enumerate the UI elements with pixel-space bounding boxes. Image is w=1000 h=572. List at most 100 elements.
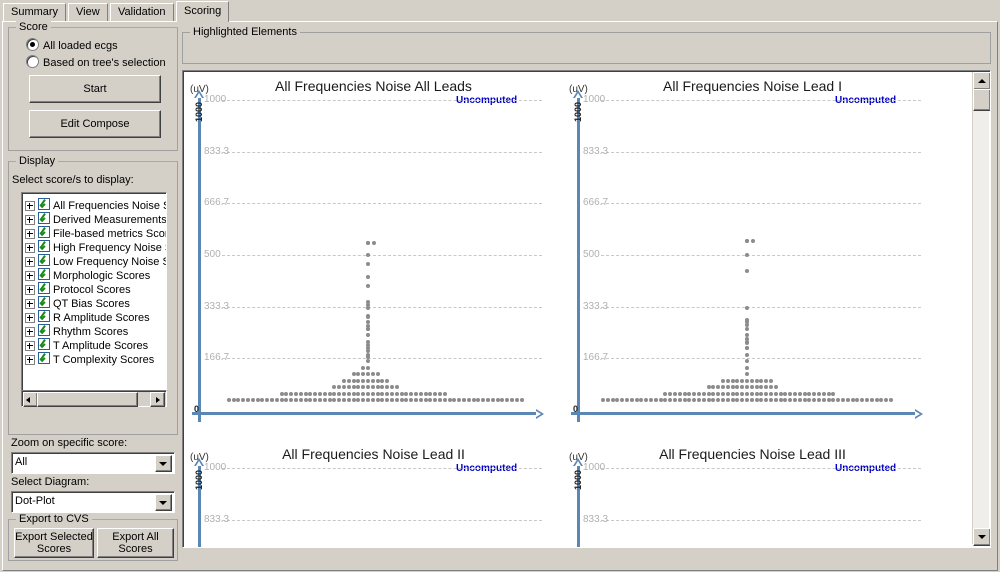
chevron-down-icon[interactable] — [155, 494, 172, 511]
data-point — [284, 391, 289, 396]
tree-item[interactable]: Derived Measurements S — [22, 212, 166, 226]
expand-plus-icon[interactable] — [25, 271, 35, 281]
data-point — [462, 398, 466, 402]
scroll-thumb[interactable] — [37, 392, 138, 407]
data-point — [826, 398, 831, 402]
tree-item[interactable]: High Frequency Noise Sc — [22, 240, 166, 254]
data-point — [817, 398, 821, 402]
scroll-thumb[interactable] — [973, 89, 990, 111]
export-group-label: Export to CVS — [16, 513, 92, 525]
data-point — [308, 398, 313, 402]
data-point — [236, 398, 241, 402]
data-point — [610, 398, 615, 402]
radio-all-loaded-ecgs[interactable]: All loaded ecgs — [26, 38, 118, 52]
chart-panel: All Frequencies Noise Lead III Uncomputed… — [563, 440, 942, 547]
checkbox-checked-icon[interactable] — [38, 198, 50, 210]
chart-panel: All Frequencies Noise Lead II Uncomputed(… — [184, 440, 563, 547]
data-point — [394, 391, 399, 396]
data-point — [361, 398, 366, 402]
data-point — [673, 398, 677, 402]
checkbox-checked-icon[interactable] — [38, 296, 50, 308]
checkbox-checked-icon[interactable] — [38, 226, 50, 238]
data-point — [759, 378, 764, 383]
checkbox-checked-icon[interactable] — [38, 324, 50, 336]
expand-plus-icon[interactable] — [25, 215, 35, 225]
scroll-left-button[interactable] — [23, 392, 38, 407]
radio-label: All loaded ecgs — [43, 40, 118, 52]
radio-based-on-tree-selection[interactable]: Based on tree's selection — [26, 55, 166, 69]
checkbox-checked-icon[interactable] — [38, 268, 50, 280]
expand-plus-icon[interactable] — [25, 299, 35, 309]
data-point — [783, 391, 788, 396]
y-tick-label: 666.7 — [204, 197, 230, 209]
data-point — [250, 398, 255, 402]
tree-item[interactable]: Low Frequency Noise Sc — [22, 254, 166, 268]
data-point — [706, 391, 711, 396]
data-point — [759, 391, 764, 396]
tree-horizontal-scrollbar[interactable] — [21, 390, 167, 407]
data-point — [778, 391, 783, 396]
expand-plus-icon[interactable] — [25, 327, 35, 337]
data-point — [754, 391, 759, 396]
data-point — [812, 398, 817, 402]
expand-plus-icon[interactable] — [25, 341, 35, 351]
checkbox-checked-icon[interactable] — [38, 352, 50, 364]
tree-item[interactable]: T Complexity Scores — [22, 352, 166, 366]
tree-item-label: R Amplitude Scores — [53, 312, 150, 324]
data-point — [370, 385, 375, 389]
data-point — [764, 378, 769, 383]
data-point — [692, 391, 697, 396]
score-tree-list[interactable]: All Frequencies Noise Sco Derived Measure… — [21, 192, 167, 392]
expand-plus-icon[interactable] — [25, 229, 35, 239]
outlier-data-point — [366, 327, 370, 332]
expand-plus-icon[interactable] — [25, 355, 35, 365]
data-point — [375, 391, 380, 396]
data-point — [740, 385, 745, 389]
data-point — [841, 398, 845, 402]
checkbox-checked-icon[interactable] — [38, 338, 50, 350]
tree-item[interactable]: Rhythm Scores — [22, 324, 166, 338]
data-point — [812, 391, 817, 396]
data-point — [399, 398, 404, 402]
checkbox-checked-icon[interactable] — [38, 254, 50, 266]
outlier-data-point — [751, 239, 755, 244]
tab-scoring[interactable]: Scoring — [176, 1, 230, 22]
expand-plus-icon[interactable] — [25, 243, 35, 253]
checkbox-checked-icon[interactable] — [38, 240, 50, 252]
data-point — [711, 398, 716, 402]
tree-item[interactable]: All Frequencies Noise Sco — [22, 198, 166, 212]
gridline — [222, 519, 542, 521]
select-diagram-combobox[interactable]: Dot-Plot — [11, 491, 175, 513]
tree-item[interactable]: T Amplitude Scores — [22, 338, 166, 352]
export-all-scores-button[interactable]: Export All Scores — [97, 528, 174, 558]
expand-plus-icon[interactable] — [25, 257, 35, 267]
chart-panel: All Frequencies Noise All Leads Uncompute… — [184, 72, 563, 430]
charts-vertical-scrollbar[interactable] — [972, 72, 990, 546]
start-button[interactable]: Start — [29, 75, 161, 103]
export-selected-scores-button[interactable]: Export Selected Scores — [14, 528, 94, 558]
tree-item[interactable]: QT Bias Scores — [22, 296, 166, 310]
scroll-right-button[interactable] — [150, 392, 165, 407]
tree-item[interactable]: Protocol Scores — [22, 282, 166, 296]
data-point — [749, 385, 754, 389]
checkbox-checked-icon[interactable] — [38, 282, 50, 294]
gridline — [222, 203, 542, 205]
tree-item[interactable]: R Amplitude Scores — [22, 310, 166, 324]
data-point — [769, 378, 773, 383]
expand-plus-icon[interactable] — [25, 313, 35, 323]
tree-item[interactable]: File-based metrics Scores — [22, 226, 166, 240]
data-point — [361, 378, 366, 383]
edit-compose-button[interactable]: Edit Compose — [29, 110, 161, 138]
data-point — [342, 378, 346, 383]
tree-item[interactable]: Morphologic Scores — [22, 268, 166, 282]
checkbox-checked-icon[interactable] — [38, 310, 50, 322]
zoom-on-score-combobox[interactable]: All — [11, 452, 175, 474]
expand-plus-icon[interactable] — [25, 285, 35, 295]
display-group-label: Display — [16, 155, 59, 167]
checkbox-checked-icon[interactable] — [38, 212, 50, 224]
expand-plus-icon[interactable] — [25, 201, 35, 211]
chevron-down-icon[interactable] — [155, 455, 172, 472]
outlier-data-point — [372, 240, 376, 245]
scroll-down-button[interactable] — [973, 528, 990, 546]
scroll-up-button[interactable] — [973, 72, 990, 90]
